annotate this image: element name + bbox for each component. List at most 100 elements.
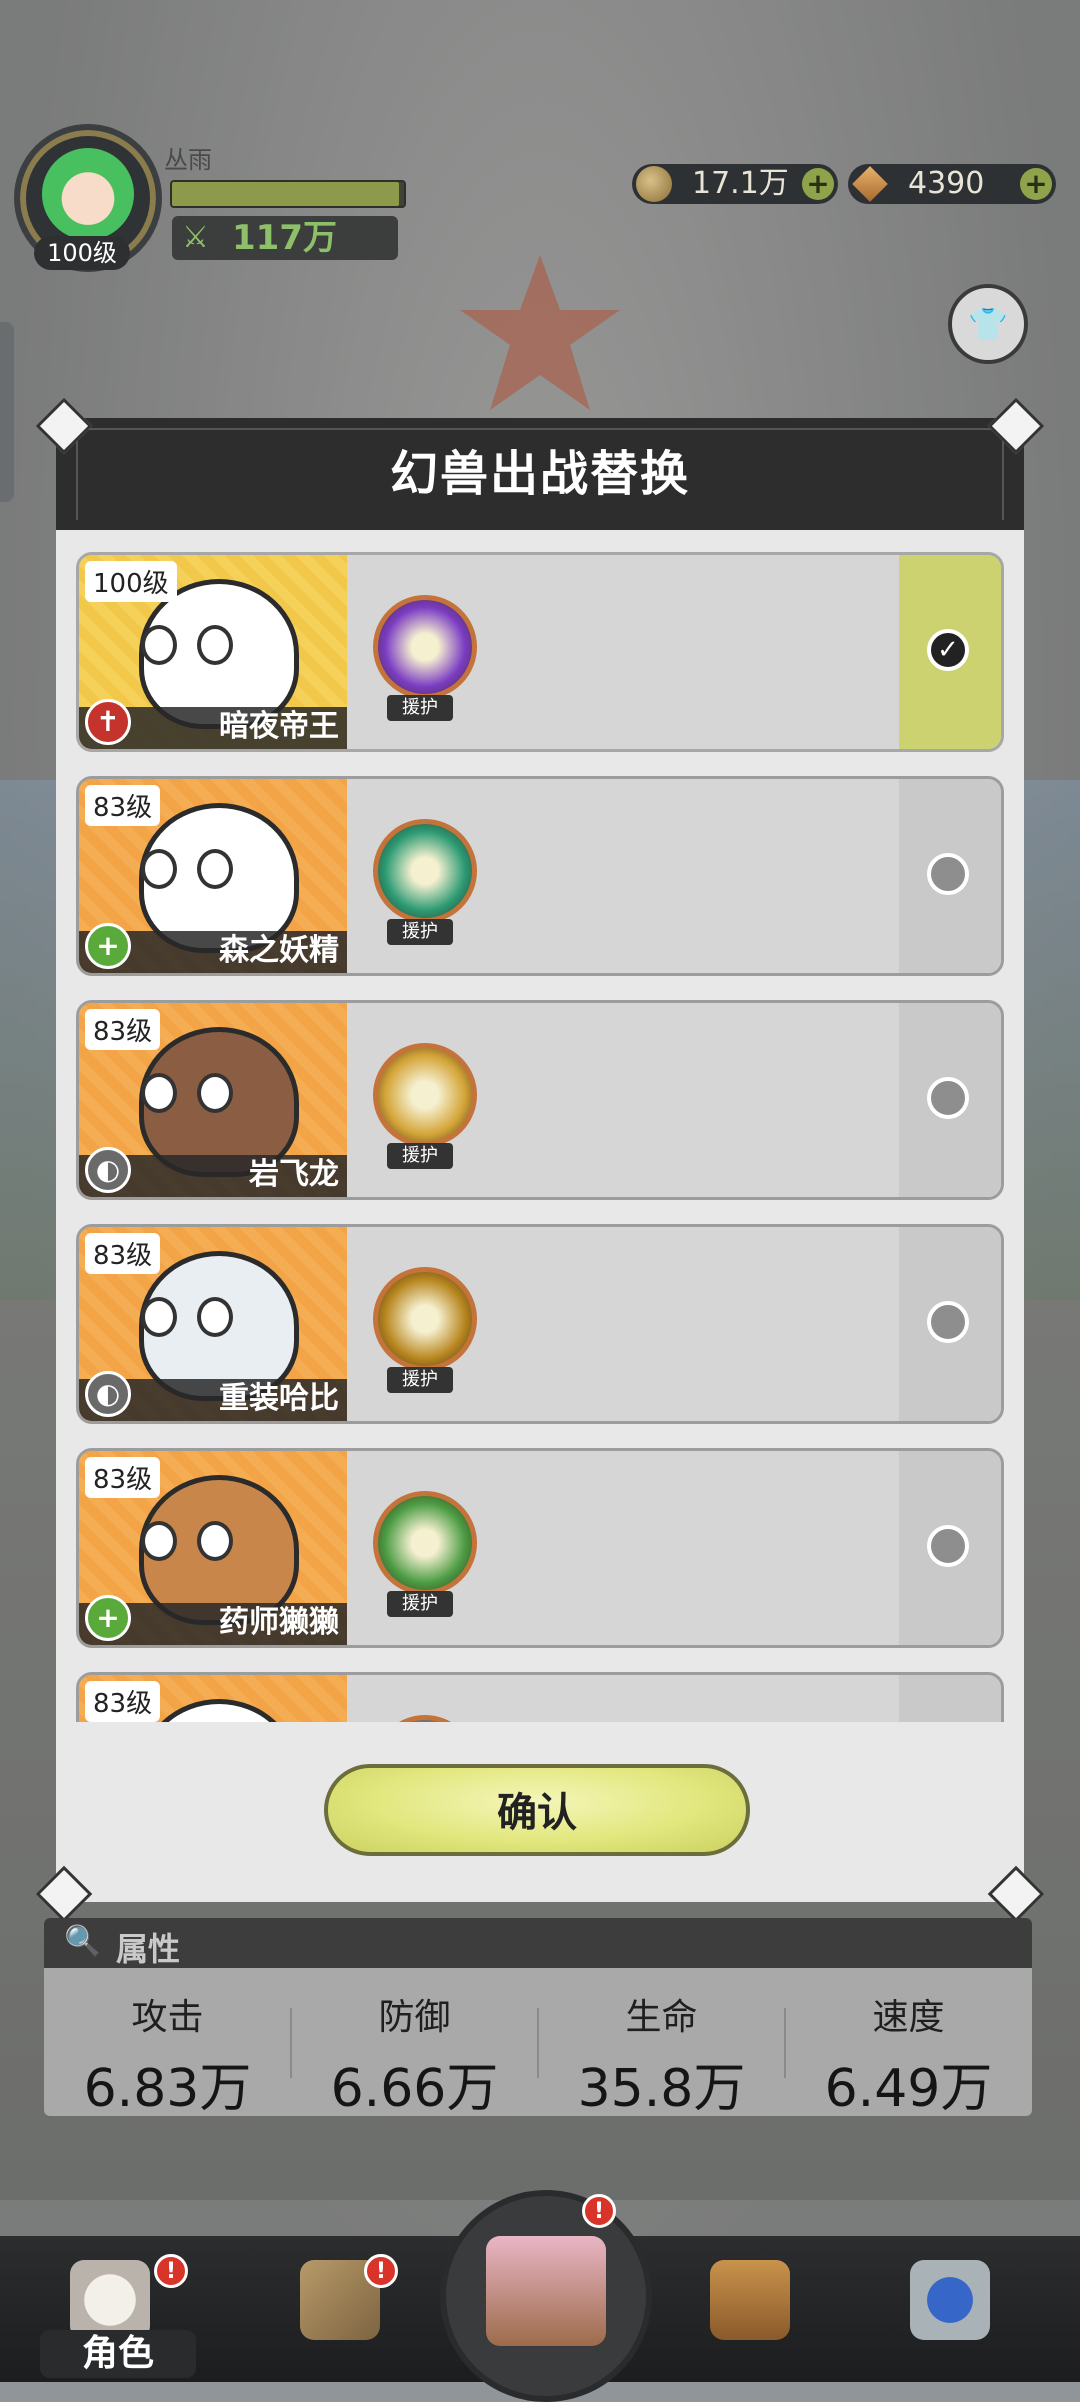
select-column[interactable]: ✓ bbox=[899, 555, 1001, 749]
pet-card[interactable]: 83级 ◐ 重装哈比 援护 bbox=[76, 1224, 1004, 1424]
gem-counter: 4390 + bbox=[848, 164, 1056, 204]
pet-name-strip: + 森之妖精 bbox=[79, 923, 347, 973]
gem-value: 4390 bbox=[908, 166, 985, 201]
nav-guild[interactable] bbox=[690, 2260, 810, 2370]
dialog-title: 幻兽出战替换 bbox=[389, 446, 690, 502]
add-gems-button[interactable]: + bbox=[1020, 168, 1052, 200]
pet-eye bbox=[141, 625, 177, 665]
player-level-badge: 100级 bbox=[34, 236, 130, 270]
pet-swap-dialog: 幻兽出战替换 100级 ✝ 暗夜帝王 援护 ✓ 83级 + 森之妖精 援护 83级 ◐ 岩飞龙 援护 83… bbox=[35, 397, 1045, 1923]
pet-level: 100级 bbox=[85, 561, 177, 602]
skill-icon[interactable] bbox=[373, 1043, 477, 1147]
select-column[interactable] bbox=[899, 779, 1001, 973]
pet-eye bbox=[197, 849, 233, 889]
pet-name-strip: ◐ 重装哈比 bbox=[79, 1371, 347, 1421]
stat-label: 防御 bbox=[378, 1997, 451, 2038]
nav-active-label: 角色 bbox=[40, 2330, 196, 2378]
notification-badge: ! bbox=[154, 2254, 188, 2288]
pet-portrait: 100级 ✝ 暗夜帝王 bbox=[79, 555, 347, 749]
skill-tag: 援护 bbox=[387, 919, 453, 945]
add-coins-button[interactable]: + bbox=[802, 168, 834, 200]
skill-tag: 援护 bbox=[387, 1367, 453, 1393]
xp-bar bbox=[170, 180, 406, 208]
heal-role-icon: + bbox=[85, 923, 131, 969]
pet-portrait: 83级 bbox=[79, 1675, 347, 1722]
notification-badge: ! bbox=[582, 2194, 616, 2228]
stat-value: 35.8万 bbox=[577, 2059, 746, 2119]
skill-icon[interactable] bbox=[373, 1267, 477, 1371]
pet-card[interactable]: 83级援护 bbox=[76, 1672, 1004, 1722]
attack-role-icon: ✝ bbox=[85, 699, 131, 745]
skill-tag: 援护 bbox=[387, 1143, 453, 1169]
pet-card[interactable]: 83级 ◐ 岩飞龙 援护 bbox=[76, 1000, 1004, 1200]
defense-role-icon: ◐ bbox=[85, 1371, 131, 1417]
heal-role-icon: + bbox=[85, 1595, 131, 1641]
combat-power-value: 117万 bbox=[232, 218, 337, 258]
nav-portal[interactable] bbox=[890, 2260, 1010, 2370]
pet-eye bbox=[141, 849, 177, 889]
select-column[interactable] bbox=[899, 1227, 1001, 1421]
pet-card[interactable]: 83级 + 药师獭獭 援护 bbox=[76, 1448, 1004, 1648]
pet-card[interactable]: 83级 + 森之妖精 援护 bbox=[76, 776, 1004, 976]
radio-unchecked-icon[interactable] bbox=[927, 1077, 969, 1119]
stat-health: 生命 35.8万 bbox=[538, 1984, 785, 2119]
nav-home[interactable]: ! bbox=[440, 2190, 652, 2402]
pet-level: 83级 bbox=[85, 1681, 161, 1722]
radio-unchecked-icon[interactable] bbox=[927, 853, 969, 895]
pet-portrait: 83级 ◐ 重装哈比 bbox=[79, 1227, 347, 1421]
pet-card[interactable]: 100级 ✝ 暗夜帝王 援护 ✓ bbox=[76, 552, 1004, 752]
skill-icon[interactable] bbox=[373, 1491, 477, 1595]
player-name: 丛雨 bbox=[164, 146, 212, 174]
search-icon[interactable]: 🔍 bbox=[64, 1924, 101, 1959]
pet-portrait: 83级 ◐ 岩飞龙 bbox=[79, 1003, 347, 1197]
portal-icon bbox=[910, 2260, 990, 2340]
coin-value: 17.1万 bbox=[692, 166, 789, 201]
select-column[interactable] bbox=[899, 1003, 1001, 1197]
confirm-button[interactable]: 确认 bbox=[324, 1764, 750, 1856]
shirt-icon: 👕 bbox=[968, 305, 1008, 343]
xp-bar-fill bbox=[172, 182, 400, 206]
pet-eye bbox=[197, 1521, 233, 1561]
stat-value: 6.66万 bbox=[330, 2059, 499, 2119]
combat-power: ⚔ 117万 bbox=[172, 216, 398, 260]
stat-label: 攻击 bbox=[131, 1997, 204, 2038]
nav-book[interactable]: ! bbox=[280, 2254, 400, 2370]
attribute-panel: 🔍 属性 攻击 6.83万 防御 6.66万 生命 35.8万 速度 6.49万 bbox=[44, 1918, 1032, 2119]
gem-icon bbox=[852, 166, 888, 202]
pet-name: 森之妖精 bbox=[219, 933, 339, 968]
stat-label: 生命 bbox=[625, 1997, 698, 2038]
select-column[interactable] bbox=[899, 1675, 1001, 1722]
attribute-title: 属性 bbox=[116, 1930, 181, 1968]
skill-tag: 援护 bbox=[387, 695, 453, 721]
stat-defense: 防御 6.66万 bbox=[291, 1984, 538, 2119]
radio-unchecked-icon[interactable] bbox=[927, 1301, 969, 1343]
sword-icon: ⚔ bbox=[182, 220, 209, 255]
skill-icon[interactable] bbox=[373, 595, 477, 699]
pet-name: 岩飞龙 bbox=[249, 1157, 339, 1192]
side-drawer-tab[interactable] bbox=[0, 322, 14, 502]
avatar-portrait bbox=[42, 148, 134, 240]
radio-unchecked-icon[interactable] bbox=[927, 1525, 969, 1567]
defense-role-icon: ◐ bbox=[85, 1147, 131, 1193]
stat-value: 6.49万 bbox=[824, 2059, 993, 2119]
coin-counter: 17.1万 + bbox=[632, 164, 838, 204]
skill-icon[interactable] bbox=[373, 1715, 477, 1722]
pet-eye bbox=[141, 1297, 177, 1337]
coin-icon bbox=[636, 166, 672, 202]
character-icon bbox=[70, 2260, 150, 2340]
stat-value: 6.83万 bbox=[83, 2059, 252, 2119]
outfit-button[interactable]: 👕 bbox=[948, 284, 1028, 364]
pet-name-strip: ◐ 岩飞龙 bbox=[79, 1147, 347, 1197]
radio-checked-icon[interactable]: ✓ bbox=[927, 629, 969, 671]
pet-list[interactable]: 100级 ✝ 暗夜帝王 援护 ✓ 83级 + 森之妖精 援护 83级 ◐ 岩飞龙 援护 83级 ◐ 重装哈比援… bbox=[76, 552, 1004, 1722]
pet-eye bbox=[197, 625, 233, 665]
pet-level: 83级 bbox=[85, 1457, 161, 1498]
skill-icon[interactable] bbox=[373, 819, 477, 923]
home-icon bbox=[486, 2236, 606, 2346]
pet-name: 暗夜帝王 bbox=[219, 709, 339, 744]
stat-attack: 攻击 6.83万 bbox=[44, 1984, 291, 2119]
select-column[interactable] bbox=[899, 1451, 1001, 1645]
stat-speed: 速度 6.49万 bbox=[785, 1984, 1032, 2119]
pet-eye bbox=[141, 1073, 177, 1113]
pet-level: 83级 bbox=[85, 1233, 161, 1274]
